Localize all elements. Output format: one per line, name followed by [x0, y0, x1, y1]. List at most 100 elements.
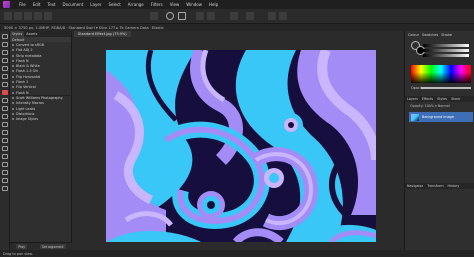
view-mode-icon[interactable] — [150, 12, 158, 20]
tab-styles-right[interactable]: Styles — [435, 96, 449, 102]
erase-brush-icon[interactable] — [2, 122, 8, 127]
macro-label: Flash 1-3 ON — [16, 69, 38, 74]
tab-swatches[interactable]: Swatches — [422, 33, 438, 37]
paint-brush-icon[interactable] — [2, 106, 8, 111]
refine-icon[interactable] — [207, 12, 215, 20]
tab-colour[interactable]: Colour — [408, 33, 419, 37]
export-persona-icon[interactable] — [44, 12, 52, 20]
menu-view[interactable]: View — [170, 2, 180, 7]
pen-tool-icon[interactable] — [2, 162, 8, 167]
macro-library-panel: Styles Assets Default Convert to sRGB Fl… — [10, 31, 72, 250]
opacity-slider[interactable] — [421, 87, 471, 89]
macro-label: Convert to sRGB — [16, 42, 45, 47]
colour-spectrum[interactable] — [411, 65, 471, 83]
navigator-panel-tabs: Navigator Transform History — [405, 183, 474, 189]
image-canvas[interactable] — [106, 50, 376, 242]
tab-history[interactable]: History — [446, 183, 462, 189]
freehand-select-icon[interactable] — [2, 82, 8, 87]
menu-file[interactable]: File — [19, 2, 26, 7]
tone-map-persona-icon[interactable] — [34, 12, 42, 20]
menu-filters[interactable]: Filters — [151, 2, 163, 7]
selection-brush-icon[interactable] — [2, 58, 8, 63]
tab-navigator[interactable]: Navigator — [405, 183, 425, 189]
document-info: 5000 × 3750 px, 1.0MHP, RGBA/8 · Standar… — [4, 25, 164, 30]
macro-category[interactable]: Scott Williams Photography — [10, 95, 71, 100]
menu-window[interactable]: Window — [186, 2, 202, 7]
arrange-icon[interactable] — [268, 12, 276, 20]
tab-stock[interactable]: Stock — [449, 96, 462, 102]
opacity-fill — [421, 87, 471, 89]
liquify-persona-icon[interactable] — [14, 12, 22, 20]
photo-persona-icon[interactable] — [4, 12, 12, 20]
set-argument-button[interactable]: Set argument — [39, 244, 66, 249]
colour-panel-tabs: Colour Swatches Stroke — [405, 31, 474, 39]
layer-row-background[interactable]: Background Image — [409, 112, 473, 122]
flood-select-icon[interactable] — [2, 66, 8, 71]
tab-assets[interactable]: Assets — [24, 31, 39, 37]
move-tool-icon[interactable] — [2, 34, 8, 39]
status-hint: Drag to pan view. — [3, 251, 33, 256]
context-bar: 5000 × 3750 px, 1.0MHP, RGBA/8 · Standar… — [0, 24, 474, 31]
gradient-tool-icon[interactable] — [2, 98, 8, 103]
saturation-slider[interactable] — [423, 49, 469, 52]
macro-label: Flash N — [16, 90, 29, 95]
tab-stroke[interactable]: Stroke — [441, 33, 452, 37]
menu-document[interactable]: Document — [63, 2, 84, 7]
circle-select-icon[interactable] — [166, 12, 174, 20]
view-tool-icon[interactable] — [2, 42, 8, 47]
transform-icon[interactable] — [279, 12, 287, 20]
status-bar: Drag to pan view. — [0, 250, 474, 257]
app-logo-icon[interactable] — [3, 1, 10, 8]
tab-styles[interactable]: Styles — [10, 31, 25, 37]
category-label: Light Leaks — [16, 106, 36, 111]
color-replacement-icon[interactable] — [2, 114, 8, 119]
play-macro-button[interactable]: Play — [16, 244, 28, 249]
macro-label: Flip Horizontal — [16, 74, 41, 79]
document-area: Standard Effect.jpg (73.9%) — [73, 31, 404, 250]
menu-edit[interactable]: Edit — [33, 2, 41, 7]
rectangle-select-icon[interactable] — [178, 12, 186, 20]
macro-panel-footer: Play Set argument — [10, 242, 72, 250]
tab-effects[interactable]: Effects — [420, 96, 435, 102]
menu-help[interactable]: Help — [209, 2, 218, 7]
assistant-icon[interactable] — [246, 12, 254, 20]
shape-tool-icon[interactable] — [2, 170, 8, 175]
swirl-artwork — [106, 50, 376, 242]
menu-layer[interactable]: Layer — [90, 2, 101, 7]
lightness-slider[interactable] — [423, 44, 469, 47]
layers-panel-tabs: Layers Effects Styles Stock — [405, 96, 474, 102]
macro-label: Flash N — [16, 58, 29, 63]
marquee-tool-icon[interactable] — [2, 74, 8, 79]
document-tab[interactable]: Standard Effect.jpg (73.9%) — [74, 31, 131, 37]
tab-layers[interactable]: Layers — [405, 96, 420, 102]
toolbar — [0, 9, 474, 24]
dodge-brush-icon[interactable] — [2, 130, 8, 135]
quick-mask-icon[interactable] — [196, 12, 204, 20]
macro-label: Strip metadata — [16, 53, 42, 58]
color-picker-icon[interactable] — [2, 186, 8, 191]
text-tool-icon[interactable] — [2, 178, 8, 183]
macro-label: Flip Vertical — [16, 85, 36, 90]
studio-panel: Colour Swatches Stroke Opacity Layers Ef… — [404, 31, 474, 250]
macro-label: Flash 1 — [16, 80, 29, 85]
flood-fill-icon[interactable] — [2, 90, 8, 95]
category-label: Scott Williams Photography — [16, 96, 63, 101]
macro-label: Black & White — [16, 64, 40, 69]
menu-bar: File Edit Text Document Layer Select Arr… — [0, 0, 474, 9]
crop-tool-icon[interactable] — [2, 50, 8, 55]
category-label: Image Styles — [16, 117, 38, 122]
menu-text[interactable]: Text — [47, 2, 55, 7]
macro-category[interactable]: Image Styles — [10, 116, 71, 121]
menu-select[interactable]: Select — [108, 2, 120, 7]
tab-transform[interactable]: Transform — [425, 183, 445, 189]
menu-arrange[interactable]: Arrange — [128, 2, 144, 7]
layer-thumbnail — [411, 113, 419, 121]
inpainting-brush-icon[interactable] — [2, 154, 8, 159]
category-label: Default — [12, 37, 25, 42]
clone-brush-icon[interactable] — [2, 138, 8, 143]
value-slider[interactable] — [423, 54, 469, 57]
layer-blend-mode[interactable]: Opacity: 100% ▾ Normal — [410, 104, 450, 108]
develop-persona-icon[interactable] — [24, 12, 32, 20]
snapping-icon[interactable] — [230, 12, 238, 20]
blur-brush-icon[interactable] — [2, 146, 8, 151]
